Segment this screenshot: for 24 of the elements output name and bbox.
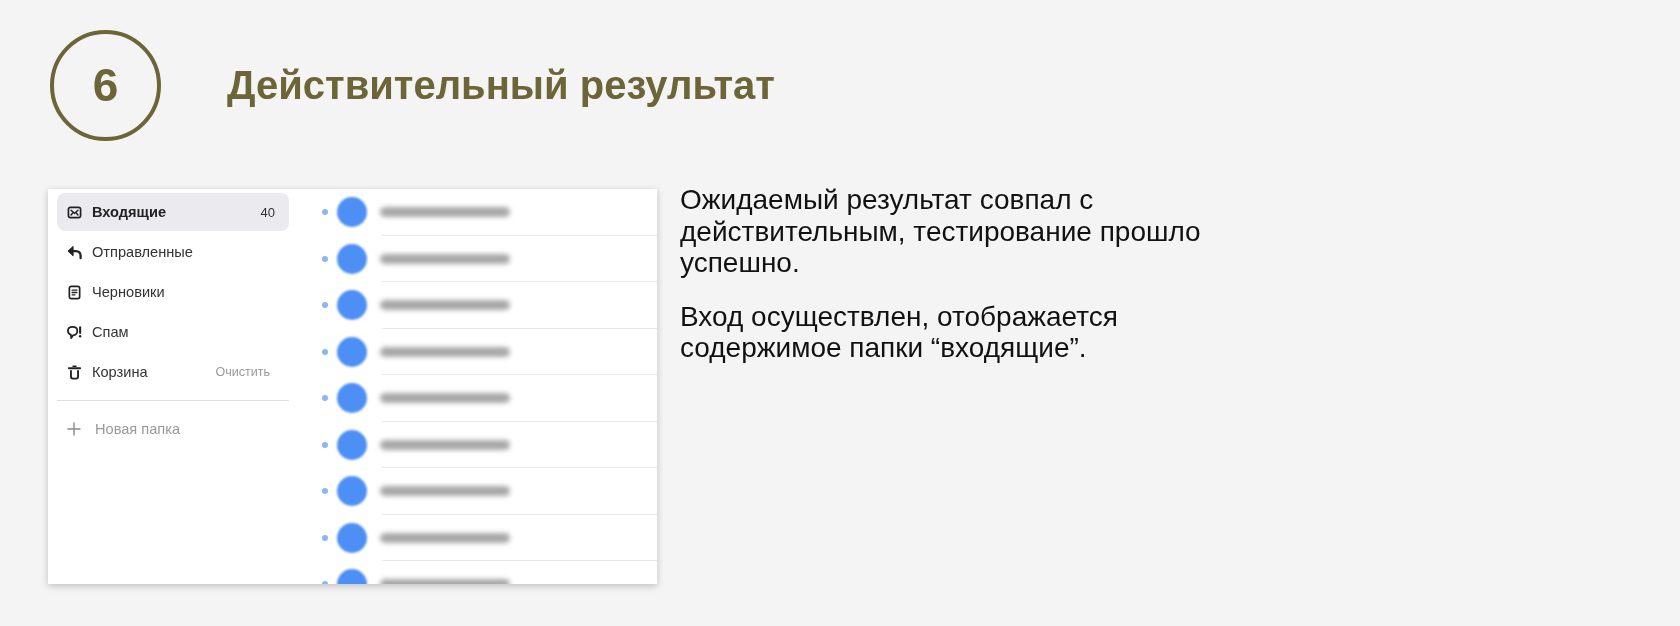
folder-item[interactable]: Входящие 40 bbox=[57, 193, 289, 231]
avatar-icon bbox=[337, 383, 367, 414]
step-number-circle: 6 bbox=[50, 29, 161, 141]
description-paragraph: Ожидаемый результат совпал с действительным, тестирование прошло успешно. bbox=[680, 184, 1202, 279]
avatar-icon bbox=[337, 429, 367, 460]
document-icon bbox=[67, 284, 82, 300]
avatar-icon bbox=[337, 243, 367, 274]
avatar-icon bbox=[337, 336, 367, 367]
slide-title: Действительный результат bbox=[227, 62, 775, 108]
unread-count: 40 bbox=[260, 204, 275, 220]
inbox-icon bbox=[67, 204, 82, 220]
avatar-icon bbox=[337, 197, 367, 228]
avatar-icon bbox=[337, 290, 367, 321]
reply-arrow-icon bbox=[67, 244, 82, 260]
plus-icon bbox=[67, 422, 81, 436]
folder-item[interactable]: Корзина Очистить bbox=[57, 353, 289, 391]
spam-icon bbox=[67, 324, 82, 340]
avatar-icon bbox=[337, 522, 367, 553]
folder-item[interactable]: Отправленные bbox=[57, 233, 289, 271]
trash-icon bbox=[67, 364, 82, 380]
folder-item[interactable]: Черновики bbox=[57, 273, 289, 311]
avatar-icon bbox=[337, 476, 367, 507]
description-paragraph: Вход осуществлен, отображается содержимое папки “входящие”. bbox=[680, 300, 1119, 364]
folder-item[interactable]: Спам bbox=[57, 313, 289, 351]
